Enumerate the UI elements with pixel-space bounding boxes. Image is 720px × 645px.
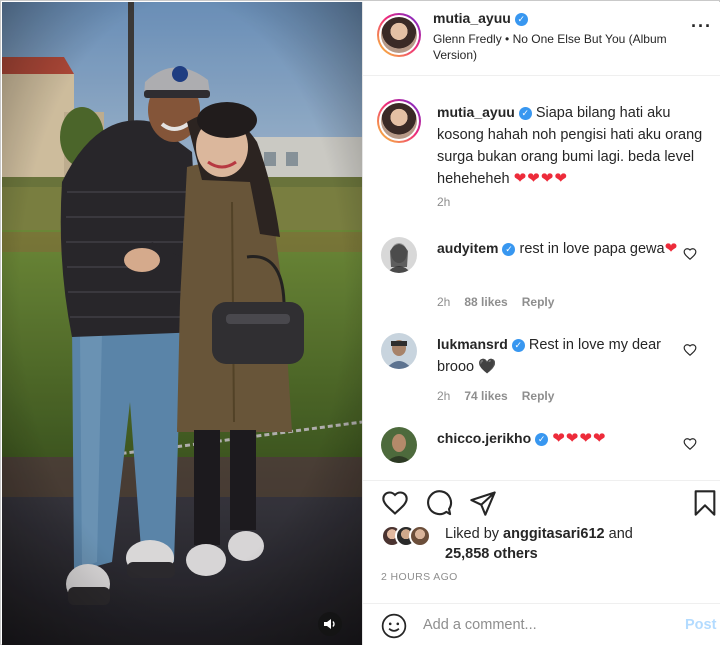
caption-hearts: ❤❤❤❤ (513, 170, 568, 187)
audio-track-link[interactable]: Glenn Fredly • No One Else But You (Albu… (433, 31, 695, 63)
bookmark-icon[interactable] (691, 489, 719, 517)
liked-by-label: Liked by (445, 526, 500, 542)
comment-timestamp[interactable]: 2h (437, 389, 450, 403)
couple-photo-illustration (2, 2, 362, 645)
post-photo[interactable] (2, 2, 362, 645)
caption: mutia_ayuu ✓ Siapa bilang hati aku kosong… (437, 101, 712, 190)
comment-likes[interactable]: 74 likes (464, 389, 507, 403)
post-header: mutia_ayuu ✓ Glenn Fredly • No One Else B… (363, 2, 720, 76)
caption-username[interactable]: mutia_ayuu (437, 104, 515, 120)
liked-by-username[interactable]: anggitasari612 (503, 526, 605, 542)
comment-bubble-icon[interactable] (425, 489, 453, 517)
commenter-avatar[interactable] (381, 237, 417, 273)
comment-timestamp[interactable]: 2h (437, 295, 450, 309)
add-comment-bar: Post (363, 603, 720, 645)
commenter-avatar[interactable] (381, 427, 417, 463)
comment-emoji: ❤❤❤❤ (552, 430, 607, 447)
speaker-icon (324, 619, 335, 629)
comment-meta: 2h 88 likes Reply (437, 295, 568, 309)
commenter-avatar[interactable] (381, 333, 417, 369)
comment-input[interactable] (423, 612, 663, 638)
liked-by-avatars[interactable] (381, 525, 441, 547)
comment-like-heart-icon[interactable] (683, 247, 697, 261)
commenter-username[interactable]: audyitem (437, 240, 498, 256)
comment-meta: 2h 74 likes Reply (437, 389, 568, 403)
comment-text-block: lukmansrd ✓ Rest in love my dear brooo 🖤 (437, 333, 682, 378)
comment-emoji: 🖤 (478, 359, 497, 375)
comment-text: rest in love papa gewa (519, 241, 665, 257)
verified-badge-icon: ✓ (502, 243, 516, 256)
paper-plane-icon[interactable] (469, 489, 497, 517)
instagram-post-window: mutia_ayuu ✓ Glenn Fredly • No One Else B… (0, 0, 720, 645)
comments-list[interactable]: mutia_ayuu ✓ Siapa bilang hati aku kosong… (363, 77, 720, 481)
author-username[interactable]: mutia_ayuu (433, 10, 511, 26)
verified-badge-icon: ✓ (518, 107, 532, 120)
commenter-username[interactable]: lukmansrd (437, 336, 508, 352)
verified-badge-icon: ✓ (511, 339, 525, 352)
comment-likes[interactable]: 88 likes (464, 295, 507, 309)
more-options-icon[interactable]: ··· (691, 16, 712, 37)
reply-button[interactable]: Reply (522, 295, 555, 309)
post-side-panel: mutia_ayuu ✓ Glenn Fredly • No One Else B… (362, 2, 720, 645)
sound-toggle-button[interactable] (318, 612, 342, 636)
liked-by-text: Liked by anggitasari612 and 25,858 other… (445, 524, 633, 564)
caption-avatar[interactable] (377, 99, 421, 143)
liked-by-others-count[interactable]: 25,858 others (445, 546, 538, 562)
verified-badge-icon: ✓ (535, 433, 549, 446)
liked-by-and: and (608, 526, 633, 542)
reply-button[interactable]: Reply (522, 389, 555, 403)
post-comment-button[interactable]: Post (685, 617, 716, 633)
author-name-row: mutia_ayuu ✓ (433, 10, 528, 28)
author-avatar[interactable] (377, 13, 421, 57)
heart-outline-icon[interactable] (381, 489, 409, 517)
comment-text-block: chicco.jerikho ✓ ❤❤❤❤ (437, 427, 682, 450)
comment-emoji: ❤ (664, 240, 679, 257)
post-timestamp[interactable]: 2 HOURS AGO (381, 571, 458, 583)
caption-timestamp[interactable]: 2h (437, 195, 450, 209)
verified-badge-icon: ✓ (514, 13, 528, 26)
comment-like-heart-icon[interactable] (683, 343, 697, 357)
commenter-username[interactable]: chicco.jerikho (437, 430, 531, 446)
smiley-icon[interactable] (381, 613, 407, 639)
comment-text-block: audyitem ✓ rest in love papa gewa❤ (437, 237, 682, 260)
comment-like-heart-icon[interactable] (683, 437, 697, 451)
